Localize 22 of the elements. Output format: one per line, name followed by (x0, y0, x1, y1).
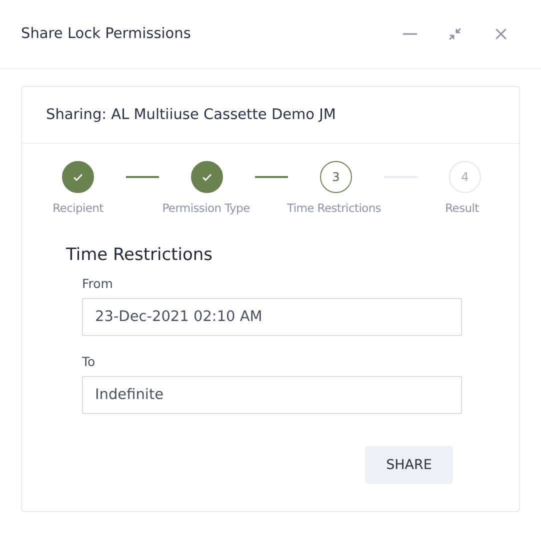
card-title: Sharing: AL Multiiuse Cassette Demo JM (46, 107, 336, 123)
field-label: From (82, 276, 114, 291)
step-label: Time Restrictions (286, 201, 381, 215)
field-label: To (82, 354, 96, 369)
step-circle: 3 (320, 161, 352, 193)
section-title: Time Restrictions (66, 245, 214, 265)
collapse-button[interactable] (447, 26, 463, 42)
share-button[interactable]: SHARE (365, 446, 453, 484)
step-label: Recipient (52, 201, 104, 215)
close-button[interactable] (493, 26, 509, 42)
date-field[interactable]: 23-Dec-2021 02:10 AM (82, 298, 462, 336)
step-label: Result (445, 201, 479, 215)
minimize-button[interactable] (403, 33, 417, 35)
step-label: Permission Type (162, 201, 250, 215)
step-connector (255, 176, 288, 178)
step-connector (126, 176, 159, 178)
step-circle: 4 (449, 161, 481, 193)
date-field[interactable]: Indefinite (82, 376, 462, 414)
minimize-icon (403, 33, 417, 35)
window-title: Share Lock Permissions (21, 26, 192, 42)
close-icon (493, 26, 509, 42)
collapse-arrows-icon (447, 26, 463, 42)
